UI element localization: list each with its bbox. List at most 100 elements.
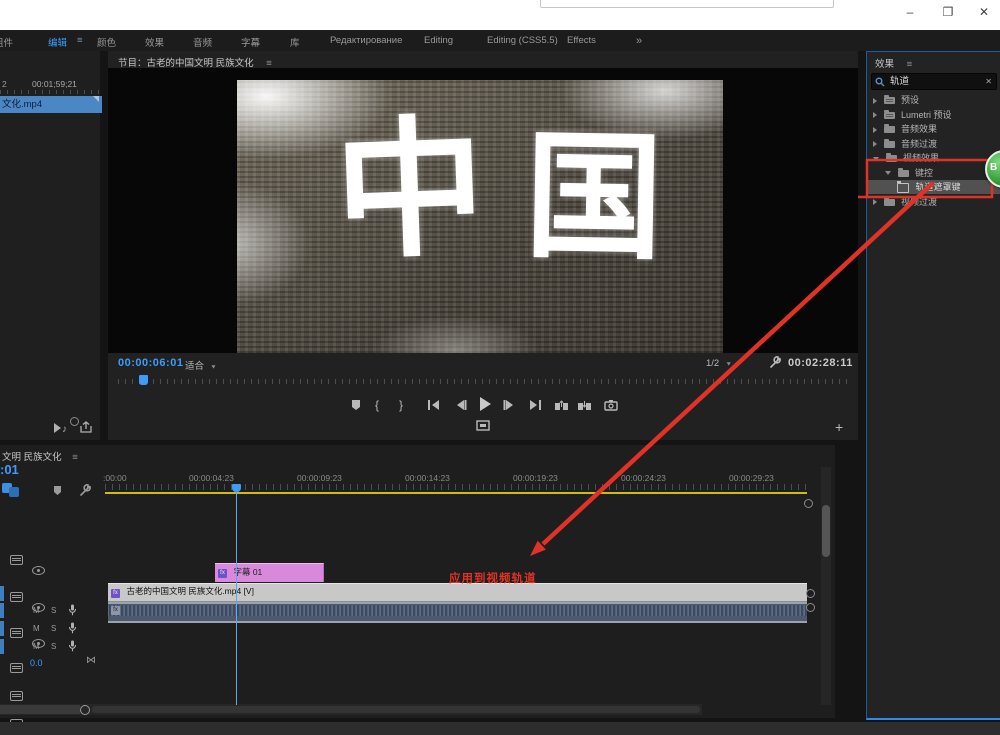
tree-item-audio-effects[interactable]: 音频效果 (867, 122, 1000, 136)
add-marker-icon[interactable] (350, 399, 362, 411)
solo-button[interactable]: S (51, 624, 56, 633)
effects-search-input[interactable]: 轨道 ✕ (871, 73, 997, 90)
chevron-right-icon[interactable] (873, 98, 877, 104)
workspace-tab-editing-cs55[interactable]: Editing (CSS5.5) (487, 35, 558, 46)
workspace-tab-redaktirovanie[interactable]: Редактирование (330, 35, 402, 46)
mute-button[interactable]: M (33, 624, 40, 633)
tree-item-lumetri-presets[interactable]: Lumetri 预设 (867, 108, 1000, 122)
tree-item-keying[interactable]: 键控 (867, 166, 1000, 180)
button-editor-plus-icon[interactable]: + (835, 419, 843, 435)
timeline-settings-wrench-icon[interactable] (78, 484, 91, 497)
track-target-a2[interactable] (0, 621, 4, 636)
clear-search-icon[interactable]: ✕ (985, 74, 992, 89)
workspace-tab-library[interactable]: 库 (290, 35, 300, 49)
workspace-tab-effects-en[interactable]: Effects (567, 35, 596, 46)
workspace-tab-captions[interactable]: 字幕 (241, 35, 260, 49)
step-back-icon[interactable] (455, 399, 467, 411)
mic-icon[interactable] (68, 640, 77, 652)
playback-resolution-dropdown[interactable]: 1/2▼ (706, 358, 732, 369)
tree-item-audio-transitions[interactable]: 音频过渡 (867, 137, 1000, 151)
chevron-down-icon[interactable] (873, 157, 879, 161)
comparison-view-icon[interactable] (476, 420, 490, 431)
chevron-right-icon[interactable] (873, 112, 877, 118)
workspace-tab-assembly[interactable]: 组件 (0, 35, 13, 49)
track-target-a3[interactable] (0, 639, 4, 654)
workspace-tab-audio[interactable]: 音频 (193, 35, 212, 49)
chevron-right-icon[interactable] (873, 199, 877, 205)
export-media-icon[interactable] (79, 421, 93, 434)
ruler-end-handle[interactable] (804, 499, 813, 508)
caption-clip[interactable]: fx 字幕 01 (215, 563, 324, 582)
step-forward-icon[interactable] (503, 399, 515, 411)
sync-lock-icon[interactable] (10, 663, 23, 673)
program-panel-title: 节目：古老的中国文明 民族文化 ≡ (118, 55, 272, 69)
audio-clip-a1[interactable]: fx (108, 602, 807, 623)
window-restore-button[interactable]: ❐ (935, 3, 961, 21)
solo-button[interactable]: S (51, 606, 56, 615)
effects-panel-menu-icon[interactable]: ≡ (907, 59, 913, 70)
timeline-playhead-line[interactable] (236, 486, 237, 705)
fit-dropdown[interactable]: 适合▼ (185, 358, 217, 372)
mute-button[interactable]: M (33, 606, 40, 615)
timeline-vscrollbar[interactable] (821, 467, 831, 705)
workspace-tab-editing-cn[interactable]: 编辑 (48, 35, 67, 49)
sync-lock-icon[interactable] (10, 691, 23, 701)
tree-item-video-transitions[interactable]: 视频过渡 (867, 195, 1000, 209)
program-playhead-marker[interactable] (139, 375, 148, 385)
extract-icon[interactable] (577, 399, 592, 411)
workspace-tab-effects-cn[interactable]: 效果 (145, 35, 164, 49)
export-frame-camera-icon[interactable] (604, 399, 618, 411)
clip-scroll-handle[interactable] (806, 603, 815, 612)
timeline-ruler-ticks[interactable] (105, 484, 807, 490)
window-close-button[interactable]: ✕ (971, 3, 997, 21)
snap-toggle-icon[interactable] (9, 487, 19, 497)
solo-button[interactable]: S (51, 642, 56, 651)
settings-wrench-icon[interactable] (768, 356, 781, 369)
tree-item-presets[interactable]: 预设 (867, 93, 1000, 107)
go-to-out-icon[interactable] (528, 399, 542, 411)
lift-icon[interactable] (554, 399, 569, 411)
hscroll-handle-bar[interactable] (92, 706, 700, 713)
timeline-marker-icon[interactable] (52, 485, 63, 496)
mic-icon[interactable] (68, 604, 77, 616)
workspace-tab-editing[interactable]: Editing (424, 35, 453, 46)
program-scrub-ruler[interactable] (118, 379, 848, 384)
workspace-tab-color[interactable]: 颜色 (97, 35, 116, 49)
sync-lock-icon[interactable] (10, 592, 23, 602)
mic-icon[interactable] (68, 622, 77, 634)
mark-out-icon[interactable]: } (399, 398, 403, 412)
track-target-a1[interactable] (0, 603, 4, 618)
source-option-dot[interactable] (70, 417, 79, 426)
timeline-timecode[interactable]: :01 (0, 462, 19, 477)
play-audio-icon[interactable]: ♪ (53, 422, 71, 434)
program-current-timecode[interactable]: 00:00:06:01 (118, 357, 183, 369)
sync-lock-icon[interactable] (10, 628, 23, 638)
hscroll-left-segment (0, 705, 80, 714)
workspace-overflow-icon[interactable]: » (636, 35, 642, 47)
track-output-eye-icon[interactable] (32, 566, 45, 575)
sync-lock-icon[interactable] (10, 555, 23, 565)
chevron-down-icon[interactable] (885, 171, 891, 175)
mute-button[interactable]: M (33, 642, 40, 651)
hscroll-handle-knob[interactable] (80, 705, 90, 715)
window-titlebar (0, 0, 1000, 30)
source-selected-clip[interactable]: 文化.mp4 (0, 96, 102, 113)
timeline-panel-menu-icon[interactable]: ≡ (72, 452, 78, 463)
fit-sequence-icon[interactable]: ⋈ (86, 655, 96, 666)
track-target-v1[interactable] (0, 586, 4, 601)
workspace-menu-icon[interactable]: ≡ (77, 35, 83, 46)
ruler-label: :00:00 (103, 473, 127, 483)
timeline-vscroll-handle[interactable] (822, 505, 830, 557)
window-minimize-button[interactable]: – (897, 3, 923, 21)
go-to-in-icon[interactable] (427, 399, 441, 411)
ruler-label: 00:00:14:23 (405, 473, 450, 483)
chevron-right-icon[interactable] (873, 127, 877, 133)
clip-scroll-handle[interactable] (806, 589, 815, 598)
tree-item-track-matte-key[interactable]: 轨道遮罩键 (867, 180, 1000, 194)
chevron-right-icon[interactable] (873, 141, 877, 147)
work-area-bar[interactable] (105, 492, 807, 494)
mark-in-icon[interactable]: { (375, 398, 379, 412)
play-button-icon[interactable] (477, 396, 493, 412)
timeline-playhead-head[interactable] (232, 484, 241, 492)
tree-item-video-effects[interactable]: 视频效果 (867, 151, 1000, 165)
